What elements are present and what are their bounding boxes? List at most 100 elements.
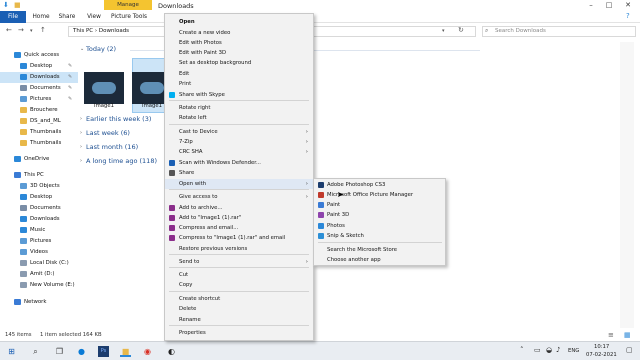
sidebar-item-desktop[interactable]: Desktop ✎ (0, 61, 78, 72)
sidebar-item-pictures[interactable]: Pictures ✎ (0, 94, 78, 105)
open-with-item-microsoft-office-picture-manager[interactable]: Microsoft Office Picture Manager (314, 190, 445, 200)
search-icon[interactable]: ⌕ (30, 346, 41, 357)
menu-item-cast-to-device[interactable]: Cast to Device › (165, 127, 313, 137)
maximize-icon[interactable]: □ (602, 1, 616, 9)
menu-item-set-as-desktop-background[interactable]: Set as desktop background (165, 58, 313, 68)
menu-item-cut[interactable]: Cut (165, 270, 313, 280)
tab-view[interactable]: View (84, 12, 104, 22)
forward-icon[interactable]: → (18, 26, 24, 34)
chevron-right-icon[interactable]: › (80, 144, 82, 150)
group-header-last-month[interactable]: Last month (16) (86, 143, 138, 151)
clock-date[interactable]: 07-02-2021 (586, 352, 617, 358)
menu-item-create-a-new-video[interactable]: Create a new video (165, 28, 313, 38)
menu-item-edit-with-paint-3d[interactable]: Edit with Paint 3D (165, 48, 313, 58)
file-thumbnail[interactable] (84, 72, 124, 104)
battery-icon[interactable]: ▭ (534, 346, 541, 354)
tab-file[interactable]: File (0, 11, 26, 23)
open-with-item-paint-3d[interactable]: Paint 3D (314, 210, 445, 220)
sidebar-item-thumbnails[interactable]: Thumbnails (0, 127, 78, 138)
refresh-icon[interactable]: ↻ (458, 26, 464, 34)
open-with-item-choose-another-app[interactable]: Choose another app (314, 255, 445, 265)
menu-item-open-with[interactable]: Open with › (165, 179, 313, 189)
menu-item-share-with-skype[interactable]: Share with Skype (165, 90, 313, 100)
menu-item-compress-and-email[interactable]: Compress and email... (165, 223, 313, 233)
open-with-item-paint[interactable]: Paint (314, 200, 445, 210)
task-view-icon[interactable]: ❐ (54, 346, 65, 357)
sidebar-item-onedrive[interactable]: OneDrive (0, 154, 78, 165)
chrome-icon[interactable]: ◉ (142, 346, 153, 357)
chevron-down-icon[interactable]: ▾ (30, 28, 33, 34)
menu-item-create-shortcut[interactable]: Create shortcut (165, 294, 313, 304)
manage-tab[interactable]: Manage (104, 0, 152, 10)
sidebar-item-downloads[interactable]: Downloads (0, 214, 78, 225)
tab-share[interactable]: Share (56, 12, 78, 22)
tab-picture-tools[interactable]: Picture Tools (108, 12, 150, 22)
menu-item-open[interactable]: Open (165, 17, 313, 27)
quick-access-toolbar-icon[interactable]: ⬇ (3, 1, 9, 9)
menu-item-print[interactable]: Print (165, 79, 313, 89)
up-icon[interactable]: ↑ (40, 26, 46, 34)
menu-item-7-zip[interactable]: 7-Zip › (165, 137, 313, 147)
open-with-item-photos[interactable]: Photos (314, 221, 445, 231)
sidebar-item-music[interactable]: Music (0, 225, 78, 236)
file-explorer-icon[interactable]: ■ (120, 346, 131, 357)
details-view-icon[interactable]: ≡ (608, 330, 614, 341)
menu-item-add-to-image1-1-rar[interactable]: Add to "Image1 (1).rar" (165, 213, 313, 223)
sidebar-item-ds-and-ml[interactable]: DS_and_ML (0, 116, 78, 127)
open-with-item-search-the-microsoft-store[interactable]: Search the Microsoft Store (314, 245, 445, 255)
pin-icon[interactable]: ✎ (68, 61, 72, 72)
pin-icon[interactable]: ✎ (68, 83, 72, 94)
menu-item-edit-with-photos[interactable]: Edit with Photos (165, 38, 313, 48)
sidebar-item-this-pc[interactable]: This PC (0, 170, 78, 181)
search-input[interactable]: Search Downloads (482, 26, 636, 37)
chevron-right-icon[interactable]: › (80, 130, 82, 136)
group-header-earlier-this-week[interactable]: Earlier this week (3) (86, 115, 151, 123)
help-icon[interactable]: ? (626, 12, 630, 20)
sidebar-item-documents[interactable]: Documents ✎ (0, 83, 78, 94)
menu-item-properties[interactable]: Properties (165, 328, 313, 338)
menu-item-scan-with-windows-defender[interactable]: Scan with Windows Defender... (165, 158, 313, 168)
edge-icon[interactable]: ● (76, 346, 87, 357)
sidebar-item-network[interactable]: Network (0, 297, 78, 308)
chevron-right-icon[interactable]: › (80, 158, 82, 164)
sidebar-item-pictures[interactable]: Pictures (0, 236, 78, 247)
menu-item-rename[interactable]: Rename (165, 315, 313, 325)
windows-start-icon[interactable]: ⊞ (6, 346, 17, 357)
sidebar-item-amit-d[interactable]: Amit (D:) (0, 269, 78, 280)
minimize-icon[interactable]: – (584, 1, 598, 9)
pin-icon[interactable]: ✎ (68, 94, 72, 105)
chevron-down-icon[interactable]: ⌄ (80, 46, 84, 52)
volume-icon[interactable]: ♪ (556, 346, 560, 354)
large-icons-view-icon[interactable]: ▦ (624, 330, 631, 341)
breadcrumb[interactable]: This PC › Downloads (73, 28, 129, 34)
clock-time[interactable]: 10:17 (594, 344, 609, 350)
menu-item-give-access-to[interactable]: Give access to › (165, 192, 313, 202)
sidebar-item-downloads[interactable]: Downloads ✎ (0, 72, 78, 83)
sidebar-item-quick-access[interactable]: Quick access (0, 50, 78, 61)
media-player-icon[interactable]: ◐ (166, 346, 177, 357)
menu-item-edit[interactable]: Edit (165, 69, 313, 79)
sidebar-item-local-disk-c[interactable]: Local Disk (C:) (0, 258, 78, 269)
scrollbar[interactable] (620, 42, 634, 328)
menu-item-add-to-archive[interactable]: Add to archive... (165, 203, 313, 213)
chevron-right-icon[interactable]: › (80, 116, 82, 122)
open-with-item-adobe-photoshop-cs3[interactable]: Adobe Photoshop CS3 (314, 180, 445, 190)
network-icon[interactable]: ◒ (546, 346, 552, 354)
menu-item-crc-sha[interactable]: CRC SHA › (165, 147, 313, 157)
menu-item-send-to[interactable]: Send to › (165, 257, 313, 267)
menu-item-rotate-right[interactable]: Rotate right (165, 103, 313, 113)
menu-item-rotate-left[interactable]: Rotate left (165, 113, 313, 123)
group-header-today[interactable]: Today (2) (86, 45, 116, 53)
show-hidden-icons-icon[interactable]: ˄ (520, 346, 524, 354)
photoshop-icon[interactable]: Ps (98, 346, 109, 357)
language-indicator[interactable]: ENG (568, 348, 579, 354)
group-header-last-week[interactable]: Last week (6) (86, 129, 130, 137)
menu-item-delete[interactable]: Delete (165, 304, 313, 314)
sidebar-item-brouchere[interactable]: Brouchere (0, 105, 78, 116)
menu-item-compress-to-image1-1-rar-and-email[interactable]: Compress to "Image1 (1).rar" and email (165, 233, 313, 243)
menu-item-copy[interactable]: Copy (165, 280, 313, 290)
address-dropdown-icon[interactable]: ▾ (442, 28, 445, 34)
sidebar-item-thumbnails[interactable]: Thumbnails (0, 138, 78, 149)
menu-item-restore-previous-versions[interactable]: Restore previous versions (165, 244, 313, 254)
open-with-item-snip-sketch[interactable]: Snip & Sketch (314, 231, 445, 241)
